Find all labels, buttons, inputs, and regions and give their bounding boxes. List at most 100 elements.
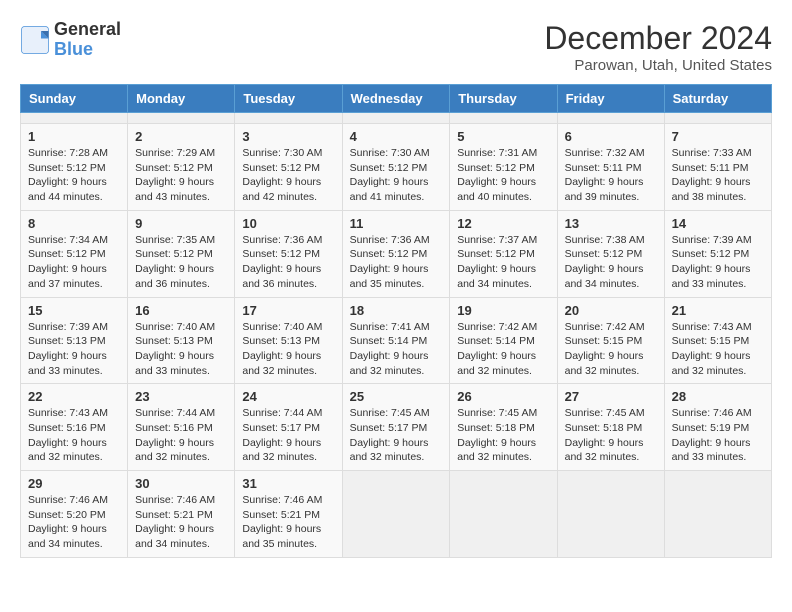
day-info: Sunrise: 7:29 AM Sunset: 5:12 PM Dayligh…	[135, 146, 227, 205]
daylight-label: Daylight: 9 hours and 32 minutes.	[350, 350, 429, 377]
sunrise-label: Sunrise: 7:32 AM	[565, 147, 645, 159]
sunrise-label: Sunrise: 7:41 AM	[350, 321, 430, 333]
table-row: 25 Sunrise: 7:45 AM Sunset: 5:17 PM Dayl…	[342, 384, 450, 471]
sunset-label: Sunset: 5:20 PM	[28, 509, 106, 521]
day-number: 24	[242, 389, 334, 404]
day-number: 6	[565, 129, 657, 144]
table-row	[557, 471, 664, 558]
title-section: December 2024 Parowan, Utah, United Stat…	[544, 20, 772, 74]
day-info: Sunrise: 7:44 AM Sunset: 5:17 PM Dayligh…	[242, 406, 334, 465]
daylight-label: Daylight: 9 hours and 37 minutes.	[28, 263, 107, 290]
daylight-label: Daylight: 9 hours and 32 minutes.	[242, 350, 321, 377]
sunset-label: Sunset: 5:12 PM	[565, 248, 643, 260]
sunset-label: Sunset: 5:12 PM	[28, 162, 106, 174]
table-row: 8 Sunrise: 7:34 AM Sunset: 5:12 PM Dayli…	[21, 210, 128, 297]
sunrise-label: Sunrise: 7:35 AM	[135, 234, 215, 246]
daylight-label: Daylight: 9 hours and 40 minutes.	[457, 176, 536, 203]
table-row: 29 Sunrise: 7:46 AM Sunset: 5:20 PM Dayl…	[21, 471, 128, 558]
sunset-label: Sunset: 5:21 PM	[135, 509, 213, 521]
sunset-label: Sunset: 5:17 PM	[242, 422, 320, 434]
day-info: Sunrise: 7:39 AM Sunset: 5:12 PM Dayligh…	[672, 233, 764, 292]
day-number: 11	[350, 216, 443, 231]
day-number: 20	[565, 303, 657, 318]
day-number: 4	[350, 129, 443, 144]
day-number: 26	[457, 389, 549, 404]
table-row: 12 Sunrise: 7:37 AM Sunset: 5:12 PM Dayl…	[450, 210, 557, 297]
col-sunday: Sunday	[21, 85, 128, 113]
day-number: 30	[135, 476, 227, 491]
day-info: Sunrise: 7:30 AM Sunset: 5:12 PM Dayligh…	[350, 146, 443, 205]
daylight-label: Daylight: 9 hours and 32 minutes.	[565, 437, 644, 464]
table-row: 20 Sunrise: 7:42 AM Sunset: 5:15 PM Dayl…	[557, 297, 664, 384]
sunrise-label: Sunrise: 7:43 AM	[28, 407, 108, 419]
sunset-label: Sunset: 5:12 PM	[242, 248, 320, 260]
table-row	[342, 471, 450, 558]
table-row: 28 Sunrise: 7:46 AM Sunset: 5:19 PM Dayl…	[664, 384, 771, 471]
col-tuesday: Tuesday	[235, 85, 342, 113]
daylight-label: Daylight: 9 hours and 32 minutes.	[457, 350, 536, 377]
sunset-label: Sunset: 5:12 PM	[350, 248, 428, 260]
table-row	[450, 113, 557, 124]
sunrise-label: Sunrise: 7:40 AM	[135, 321, 215, 333]
day-info: Sunrise: 7:36 AM Sunset: 5:12 PM Dayligh…	[350, 233, 443, 292]
daylight-label: Daylight: 9 hours and 39 minutes.	[565, 176, 644, 203]
table-row: 26 Sunrise: 7:45 AM Sunset: 5:18 PM Dayl…	[450, 384, 557, 471]
sunrise-label: Sunrise: 7:34 AM	[28, 234, 108, 246]
sunrise-label: Sunrise: 7:46 AM	[672, 407, 752, 419]
sunset-label: Sunset: 5:14 PM	[457, 335, 535, 347]
sunrise-label: Sunrise: 7:37 AM	[457, 234, 537, 246]
sunset-label: Sunset: 5:12 PM	[457, 248, 535, 260]
day-number: 9	[135, 216, 227, 231]
sunrise-label: Sunrise: 7:42 AM	[457, 321, 537, 333]
daylight-label: Daylight: 9 hours and 33 minutes.	[672, 437, 751, 464]
table-row	[557, 113, 664, 124]
daylight-label: Daylight: 9 hours and 34 minutes.	[28, 523, 107, 550]
table-row: 17 Sunrise: 7:40 AM Sunset: 5:13 PM Dayl…	[235, 297, 342, 384]
table-row	[342, 113, 450, 124]
table-row: 3 Sunrise: 7:30 AM Sunset: 5:12 PM Dayli…	[235, 124, 342, 211]
daylight-label: Daylight: 9 hours and 35 minutes.	[350, 263, 429, 290]
table-row	[664, 471, 771, 558]
table-row: 14 Sunrise: 7:39 AM Sunset: 5:12 PM Dayl…	[664, 210, 771, 297]
table-row: 5 Sunrise: 7:31 AM Sunset: 5:12 PM Dayli…	[450, 124, 557, 211]
sunrise-label: Sunrise: 7:46 AM	[242, 494, 322, 506]
daylight-label: Daylight: 9 hours and 42 minutes.	[242, 176, 321, 203]
sunrise-label: Sunrise: 7:31 AM	[457, 147, 537, 159]
daylight-label: Daylight: 9 hours and 33 minutes.	[135, 350, 214, 377]
day-number: 28	[672, 389, 764, 404]
day-info: Sunrise: 7:44 AM Sunset: 5:16 PM Dayligh…	[135, 406, 227, 465]
col-monday: Monday	[128, 85, 235, 113]
day-info: Sunrise: 7:30 AM Sunset: 5:12 PM Dayligh…	[242, 146, 334, 205]
sunrise-label: Sunrise: 7:30 AM	[242, 147, 322, 159]
sunset-label: Sunset: 5:19 PM	[672, 422, 750, 434]
sunset-label: Sunset: 5:13 PM	[135, 335, 213, 347]
sunrise-label: Sunrise: 7:29 AM	[135, 147, 215, 159]
daylight-label: Daylight: 9 hours and 38 minutes.	[672, 176, 751, 203]
sunrise-label: Sunrise: 7:38 AM	[565, 234, 645, 246]
calendar-week-row: 22 Sunrise: 7:43 AM Sunset: 5:16 PM Dayl…	[21, 384, 772, 471]
day-info: Sunrise: 7:28 AM Sunset: 5:12 PM Dayligh…	[28, 146, 120, 205]
day-info: Sunrise: 7:46 AM Sunset: 5:21 PM Dayligh…	[135, 493, 227, 552]
table-row: 11 Sunrise: 7:36 AM Sunset: 5:12 PM Dayl…	[342, 210, 450, 297]
day-number: 8	[28, 216, 120, 231]
col-wednesday: Wednesday	[342, 85, 450, 113]
day-info: Sunrise: 7:42 AM Sunset: 5:14 PM Dayligh…	[457, 320, 549, 379]
table-row: 16 Sunrise: 7:40 AM Sunset: 5:13 PM Dayl…	[128, 297, 235, 384]
day-info: Sunrise: 7:37 AM Sunset: 5:12 PM Dayligh…	[457, 233, 549, 292]
calendar-week-row: 1 Sunrise: 7:28 AM Sunset: 5:12 PM Dayli…	[21, 124, 772, 211]
day-number: 18	[350, 303, 443, 318]
day-info: Sunrise: 7:43 AM Sunset: 5:15 PM Dayligh…	[672, 320, 764, 379]
table-row: 7 Sunrise: 7:33 AM Sunset: 5:11 PM Dayli…	[664, 124, 771, 211]
sunset-label: Sunset: 5:11 PM	[672, 162, 749, 174]
day-info: Sunrise: 7:43 AM Sunset: 5:16 PM Dayligh…	[28, 406, 120, 465]
day-number: 1	[28, 129, 120, 144]
table-row: 31 Sunrise: 7:46 AM Sunset: 5:21 PM Dayl…	[235, 471, 342, 558]
table-row	[128, 113, 235, 124]
sunset-label: Sunset: 5:18 PM	[565, 422, 643, 434]
sunrise-label: Sunrise: 7:39 AM	[28, 321, 108, 333]
day-number: 31	[242, 476, 334, 491]
table-row	[235, 113, 342, 124]
sunrise-label: Sunrise: 7:42 AM	[565, 321, 645, 333]
col-friday: Friday	[557, 85, 664, 113]
day-number: 2	[135, 129, 227, 144]
